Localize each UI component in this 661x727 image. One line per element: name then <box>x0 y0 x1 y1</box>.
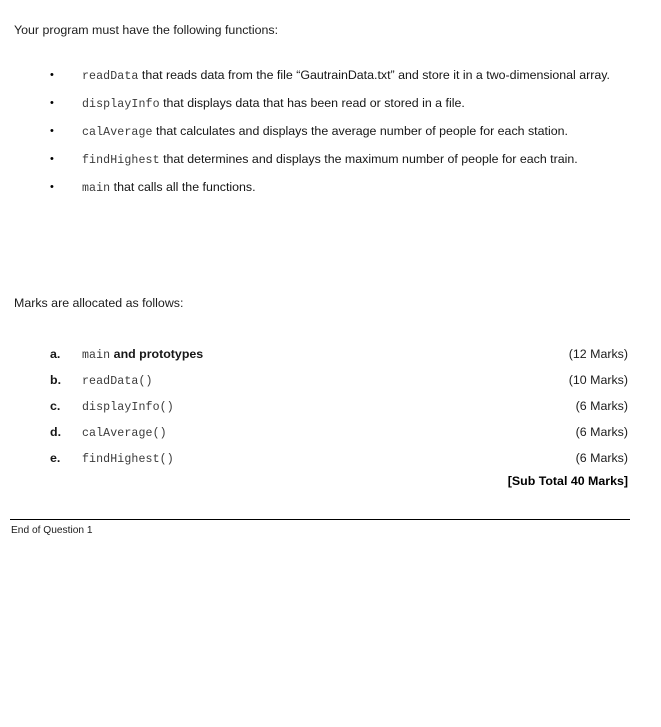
function-description: that calculates and displays the average… <box>152 124 568 138</box>
marks-label-suffix: and prototypes <box>110 347 204 361</box>
function-description: that determines and displays the maximum… <box>159 152 578 166</box>
bullet-icon: • <box>50 181 54 193</box>
marks-code-label: displayInfo() <box>82 401 174 414</box>
table-row: e. findHighest() (6 Marks) <box>0 445 661 471</box>
marks-value: (6 Marks) <box>575 451 628 465</box>
marks-value: (6 Marks) <box>575 399 628 413</box>
marks-value: (10 Marks) <box>568 373 628 387</box>
list-marker: e. <box>50 451 61 465</box>
document-page: Your program must have the following fun… <box>0 0 661 727</box>
bullet-icon: • <box>50 153 54 165</box>
bullet-icon: • <box>50 69 54 81</box>
subtotal-marks: [Sub Total 40 Marks] <box>507 474 628 488</box>
marks-code-label: main <box>82 349 111 362</box>
footer-divider <box>10 519 630 520</box>
table-row: d. calAverage() (6 Marks) <box>0 419 661 445</box>
function-name: calAverage <box>82 126 153 139</box>
table-row: c. displayInfo() (6 Marks) <box>0 393 661 419</box>
function-requirements-list: • readData that reads data from the file… <box>0 62 661 202</box>
list-marker: b. <box>50 373 62 387</box>
end-of-question-label: End of Question 1 <box>11 525 93 536</box>
list-marker: a. <box>50 347 61 361</box>
list-marker: c. <box>50 399 61 413</box>
table-row: a. main and prototypes (12 Marks) <box>0 341 661 367</box>
marks-code-label: readData() <box>82 375 153 388</box>
list-item: • readData that reads data from the file… <box>0 62 661 90</box>
marks-intro-heading: Marks are allocated as follows: <box>14 296 184 310</box>
list-item: • displayInfo that displays data that ha… <box>0 90 661 118</box>
list-item: • main that calls all the functions. <box>0 174 661 202</box>
marks-code-label: calAverage() <box>82 427 167 440</box>
function-name: displayInfo <box>82 98 160 111</box>
table-row: b. readData() (10 Marks) <box>0 367 661 393</box>
bullet-icon: • <box>50 97 54 109</box>
function-description: that reads data from the file “GautrainD… <box>138 68 610 82</box>
marks-code-label: findHighest() <box>82 453 174 466</box>
bullet-icon: • <box>50 125 54 137</box>
list-item: • findHighest that determines and displa… <box>0 146 661 174</box>
function-description: that displays data that has been read or… <box>159 96 465 110</box>
function-name: main <box>82 182 111 195</box>
list-marker: d. <box>50 425 62 439</box>
marks-value: (6 Marks) <box>575 425 628 439</box>
marks-value: (12 Marks) <box>568 347 628 361</box>
list-item: • calAverage that calculates and display… <box>0 118 661 146</box>
function-name: findHighest <box>82 154 160 167</box>
function-description: that calls all the functions. <box>110 180 256 194</box>
functions-intro-heading: Your program must have the following fun… <box>14 23 279 37</box>
function-name: readData <box>82 70 139 83</box>
marks-allocation-list: a. main and prototypes (12 Marks) b. rea… <box>0 341 661 471</box>
